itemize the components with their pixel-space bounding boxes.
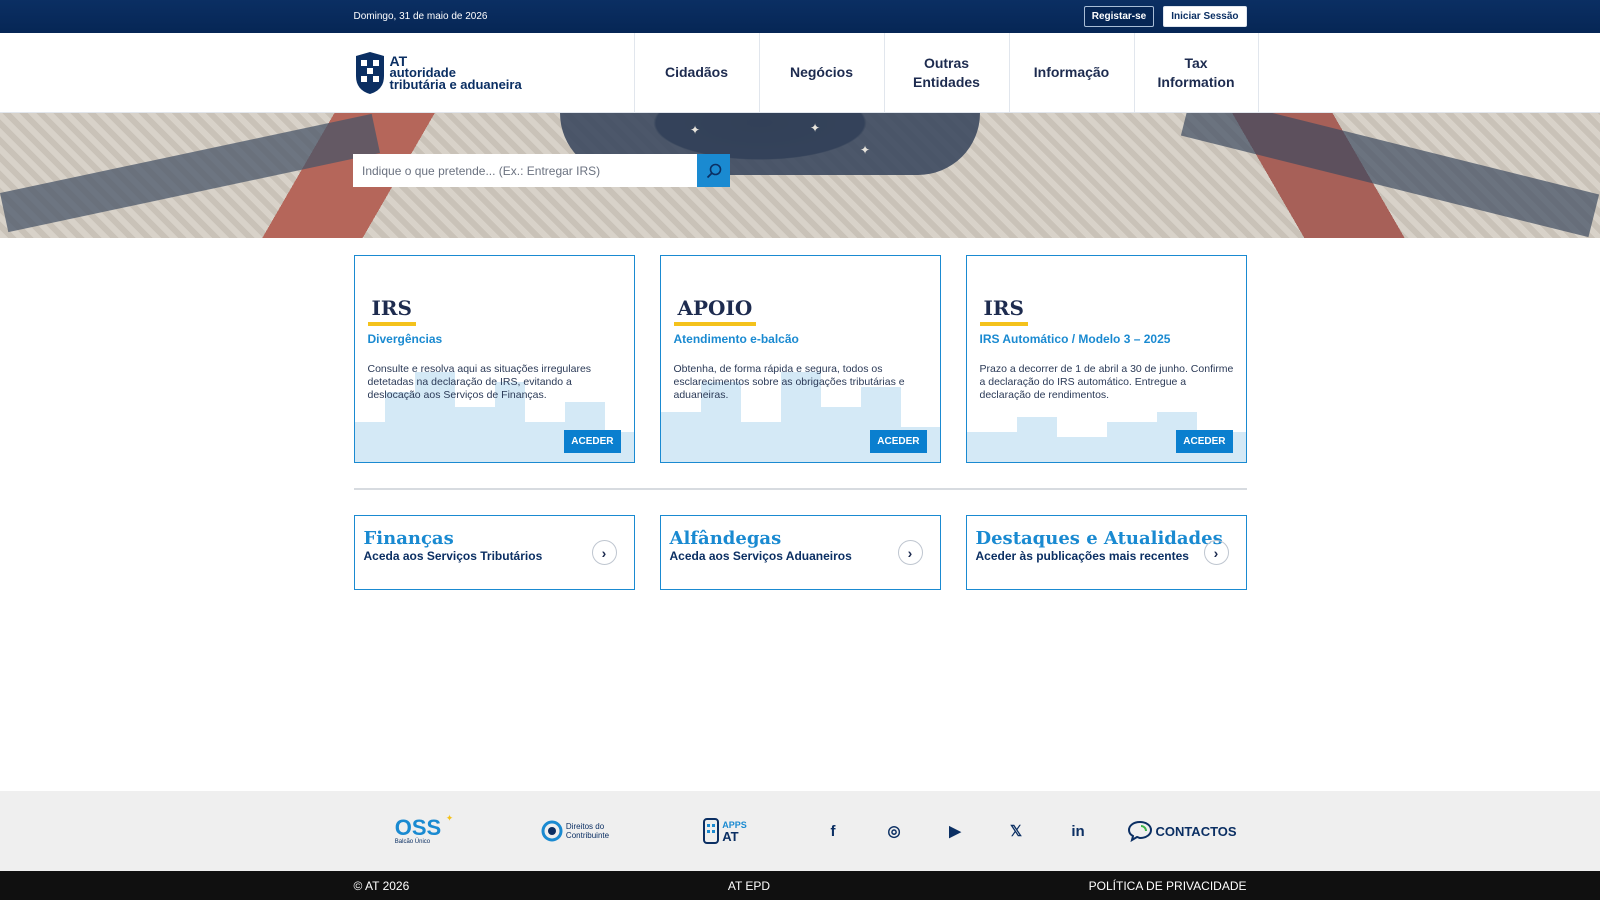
card-tag: IRS [367,296,416,326]
aceder-button[interactable]: ACEDER [564,430,621,453]
search-input[interactable] [353,154,697,187]
chevron-right-icon[interactable]: › [1203,540,1229,565]
star-decoration-icon: ✦ [690,123,701,137]
search-icon [706,163,721,178]
at-epd-link[interactable]: AT EPD [728,879,770,893]
account-actions: Registar-se Iniciar Sessão [1083,6,1247,27]
register-button[interactable]: Registar-se [1083,6,1155,27]
link-subtitle: Aceda aos Serviços Tributários [363,549,543,563]
link-financas[interactable]: Finanças Aceda aos Serviços Tributários … [353,515,635,590]
card-subtitle: IRS Automático / Modelo 3 – 2025 [979,332,1171,346]
youtube-icon[interactable]: ▶ [945,791,965,871]
chevron-right-icon[interactable]: › [591,540,617,565]
current-date: Domingo, 31 de maio de 2026 [353,11,488,22]
link-title: Finanças [363,528,454,549]
link-destaques[interactable]: Destaques e Atualidades Aceder às public… [965,515,1247,590]
card-tag: IRS [979,296,1028,326]
card-description: Consulte e resolva aqui as situações irr… [367,363,592,401]
linkedin-icon[interactable]: in [1068,791,1088,871]
oss-link[interactable]: OSS Balcão Único ✦ [388,791,454,871]
search-button[interactable] [697,154,730,187]
card-irs-automatico: IRS IRS Automático / Modelo 3 – 2025 Pra… [965,255,1247,463]
card-description: Prazo a decorrer de 1 de abril a 30 de j… [979,363,1234,401]
star-decoration-icon: ✦ [810,121,821,135]
oss-logo-icon: OSS Balcão Único ✦ [394,813,454,845]
header: AT autoridade tributária e aduaneira Cid… [0,33,1600,113]
facebook-icon[interactable]: f [823,791,843,871]
instagram-icon[interactable]: ◎ [884,791,904,871]
service-links: Finanças Aceda aos Serviços Tributários … [353,515,1247,590]
logo-wordmark: AT autoridade tributária e aduaneira [389,54,522,92]
main-nav: Cidadãos Negócios Outras Entidades Infor… [633,33,1259,112]
section-divider [353,488,1247,490]
taxpayer-rights-icon [541,820,563,842]
link-alfandegas[interactable]: Alfândegas Aceda aos Serviços Aduaneiros… [659,515,941,590]
footer-links: OSS Balcão Único ✦ Direitos do Contribui… [0,791,1600,871]
apps-at-link[interactable]: APPS AT [695,791,755,871]
logo-line-3: tributária e aduaneira [389,76,522,92]
card-subtitle: Divergências [367,332,443,346]
card-irs-divergencias: IRS Divergências Consulte e resolva aqui… [353,255,635,463]
link-title: Alfândegas [669,528,782,549]
nav-item-tax-information[interactable]: Tax Information [1133,33,1259,112]
direitos-contribuinte-link[interactable]: Direitos do Contribuinte [535,791,615,871]
at-logo[interactable]: AT autoridade tributária e aduaneira [354,50,522,96]
hero-banner: ✦ ✦ ✦ [0,113,1600,238]
card-apoio-ebalcao: APOIO Atendimento e-balcão Obtenha, de f… [659,255,941,463]
link-subtitle: Aceda aos Serviços Aduaneiros [669,549,852,563]
coat-of-arms-icon [354,50,386,96]
bottom-bar: © AT 2026 AT EPD POLÍTICA DE PRIVACIDADE [0,871,1600,900]
link-title: Destaques e Atualidades [975,528,1223,549]
aceder-button[interactable]: ACEDER [870,430,927,453]
featured-cards: IRS Divergências Consulte e resolva aqui… [353,255,1247,463]
card-description: Obtenha, de forma rápida e segura, todos… [673,363,905,401]
chevron-right-icon[interactable]: › [897,540,923,565]
star-decoration-icon: ✦ [860,143,871,157]
mobile-phone-icon [703,818,720,844]
nav-item-informacao[interactable]: Informação [1008,33,1134,112]
x-twitter-icon[interactable]: 𝕏 [1006,791,1026,871]
card-subtitle: Atendimento e-balcão [673,332,799,346]
nav-item-cidadaos[interactable]: Cidadãos [633,33,759,112]
top-bar: Domingo, 31 de maio de 2026 Registar-se … [0,0,1600,33]
search-bar [353,154,730,187]
card-tag: APOIO [673,296,757,326]
link-subtitle: Aceder às publicações mais recentes [975,549,1189,563]
contacts-link[interactable]: CONTACTOS [1128,791,1237,871]
login-button[interactable]: Iniciar Sessão [1163,6,1247,27]
privacy-policy-link[interactable]: POLÍTICA DE PRIVACIDADE [1089,879,1247,893]
nav-item-negocios[interactable]: Negócios [758,33,884,112]
chat-bubble-icon [1128,820,1153,842]
copyright-text: © AT 2026 [353,878,410,893]
aceder-button[interactable]: ACEDER [1176,430,1233,453]
nav-item-outras-entidades[interactable]: Outras Entidades [883,33,1009,112]
